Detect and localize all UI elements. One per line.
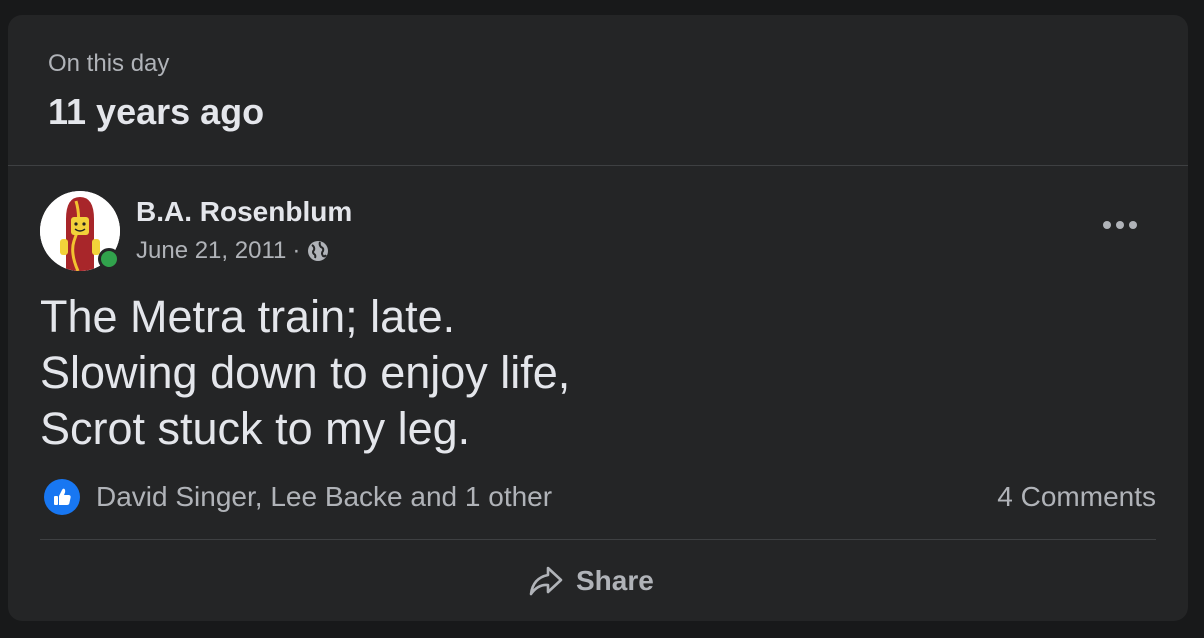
share-icon xyxy=(529,566,563,596)
post-line: Slowing down to enjoy life, xyxy=(40,347,571,398)
ellipsis-icon xyxy=(1103,221,1137,229)
more-options-button[interactable] xyxy=(1098,211,1142,239)
memory-subtitle: On this day xyxy=(48,50,170,77)
globe-icon[interactable] xyxy=(306,239,330,263)
memory-header: On this day 11 years ago xyxy=(8,15,1188,166)
meta-separator: · xyxy=(292,237,301,264)
post-date[interactable]: June 21, 2011 xyxy=(136,235,286,267)
post-text: The Metra train; late. Slowing down to e… xyxy=(40,289,570,457)
comments-count-link[interactable]: 4 Comments xyxy=(997,479,1156,515)
post-meta: June 21, 2011 · xyxy=(136,235,330,267)
online-status-indicator xyxy=(98,248,120,270)
share-button[interactable]: Share xyxy=(528,561,654,601)
memory-card: On this day 11 years ago B.A. Rosenblum … xyxy=(8,15,1188,621)
post-line: The Metra train; late. xyxy=(40,291,456,342)
memory-title: 11 years ago xyxy=(48,91,265,132)
reactions-summary[interactable]: David Singer, Lee Backe and 1 other xyxy=(44,479,552,515)
post-line: Scrot stuck to my leg. xyxy=(40,403,471,454)
like-icon xyxy=(44,479,80,515)
share-label: Share xyxy=(576,565,654,596)
post-author[interactable]: B.A. Rosenblum xyxy=(136,195,352,229)
reactions-text: David Singer, Lee Backe and 1 other xyxy=(96,481,553,512)
divider xyxy=(40,539,1156,540)
avatar[interactable] xyxy=(40,191,120,271)
